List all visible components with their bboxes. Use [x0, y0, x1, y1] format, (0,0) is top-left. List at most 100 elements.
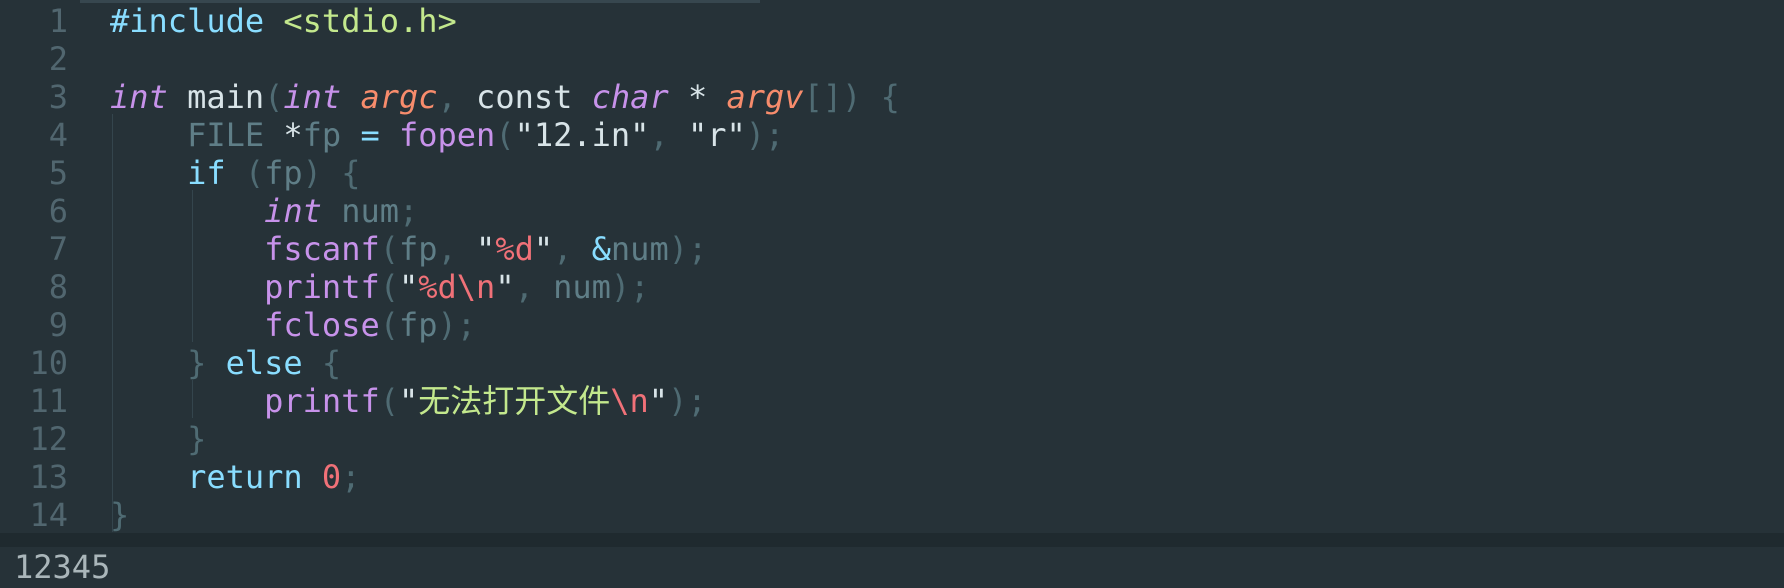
code-line[interactable]: 2 — [0, 40, 1784, 78]
code-token: , — [437, 78, 477, 116]
line-number: 7 — [48, 230, 68, 268]
code-text: fclose(fp); — [110, 306, 476, 344]
line-number: 9 — [48, 306, 68, 344]
code-token: num — [610, 230, 669, 268]
code-token: ( — [495, 116, 515, 154]
code-token: } — [187, 344, 207, 382]
code-line[interactable]: 6 int num; — [0, 192, 1784, 230]
panel-divider[interactable] — [0, 533, 1784, 547]
code-token: " — [533, 230, 554, 268]
code-token: printf — [264, 382, 380, 420]
code-token: = — [360, 116, 380, 154]
line-number: 4 — [48, 116, 68, 154]
code-token: main — [187, 78, 265, 116]
code-line[interactable]: 1 #include <stdio.h> — [0, 2, 1784, 40]
code-text: printf("无法打开文件\n"); — [110, 382, 706, 420]
code-line[interactable]: 5 if (fp) { — [0, 154, 1784, 192]
code-token: printf — [264, 268, 380, 306]
code-token: fclose — [264, 306, 380, 344]
code-token: ); — [745, 116, 785, 154]
code-token: " — [495, 268, 515, 306]
code-token: 无法打开文件 — [418, 382, 611, 420]
line-number: 12 — [29, 420, 68, 458]
code-text: } else { — [110, 344, 341, 382]
code-token: %d\n — [418, 268, 496, 306]
code-token: fp — [302, 116, 342, 154]
code-token: int — [110, 78, 168, 116]
code-token: %d — [495, 230, 534, 268]
code-line[interactable]: 4 FILE *fp = fopen("12.in", "r"); — [0, 116, 1784, 154]
code-token: ( — [264, 78, 284, 116]
code-line[interactable]: 14} — [0, 496, 1784, 533]
line-number: 11 — [29, 382, 68, 420]
code-token: ( — [379, 306, 399, 344]
code-editor[interactable]: 1 #include <stdio.h> 2 3 int main(int argc, … — [0, 0, 1784, 533]
code-token: , — [514, 268, 554, 306]
code-token: const — [476, 78, 573, 116]
code-token: * — [687, 78, 708, 116]
code-token: "12.in" — [514, 116, 650, 154]
code-token: " — [398, 268, 419, 306]
line-number: 3 — [48, 78, 68, 116]
code-token: " — [398, 382, 419, 420]
code-text: } — [110, 420, 206, 458]
code-text: return 0; — [110, 458, 360, 496]
line-number: 8 — [48, 268, 68, 306]
code-line[interactable]: 10 } else { — [0, 344, 1784, 382]
code-token: ; — [341, 458, 361, 496]
code-token: ( — [379, 230, 399, 268]
code-text: int num; — [110, 192, 418, 230]
code-token: * — [283, 116, 303, 154]
code-token: fscanf — [264, 230, 380, 268]
code-line[interactable]: 13 return 0; — [0, 458, 1784, 496]
code-line[interactable]: 11 printf("无法打开文件\n"); — [0, 382, 1784, 420]
code-text: } — [110, 496, 129, 533]
code-token: "r" — [687, 116, 746, 154]
code-token: } — [110, 496, 130, 533]
code-token: ( — [225, 154, 265, 192]
code-token: []) { — [803, 78, 900, 116]
line-number: 5 — [48, 154, 68, 192]
program-output: 12345 — [14, 548, 111, 586]
code-token: fp — [264, 154, 303, 192]
code-token: { — [302, 344, 342, 382]
code-line[interactable]: 9 fclose(fp); — [0, 306, 1784, 344]
code-text: fscanf(fp, "%d", &num); — [110, 230, 707, 268]
code-token: , — [437, 230, 477, 268]
code-token: , — [649, 116, 688, 154]
code-text: printf("%d\n", num); — [110, 268, 649, 306]
code-token: ) { — [302, 154, 361, 192]
code-token: return — [187, 458, 303, 496]
code-token: ( — [379, 382, 399, 420]
code-token: " — [476, 230, 496, 268]
code-line[interactable]: 7 fscanf(fp, "%d", &num); — [0, 230, 1784, 268]
code-text: if (fp) { — [110, 154, 360, 192]
line-number: 1 — [48, 2, 68, 40]
output-panel: 12345 — [0, 547, 1784, 588]
code-line[interactable]: 12 } — [0, 420, 1784, 458]
code-token: ); — [668, 230, 708, 268]
code-token: ( — [379, 268, 399, 306]
code-line[interactable]: 8 printf("%d\n", num); — [0, 268, 1784, 306]
line-number: 13 — [29, 458, 68, 496]
code-text: int main(int argc, const char * argv[]) … — [110, 78, 900, 116]
code-token: <stdio.h> — [283, 2, 457, 40]
code-token: ); — [437, 306, 477, 344]
code-line[interactable]: 3 int main(int argc, const char * argv[])… — [0, 78, 1784, 116]
